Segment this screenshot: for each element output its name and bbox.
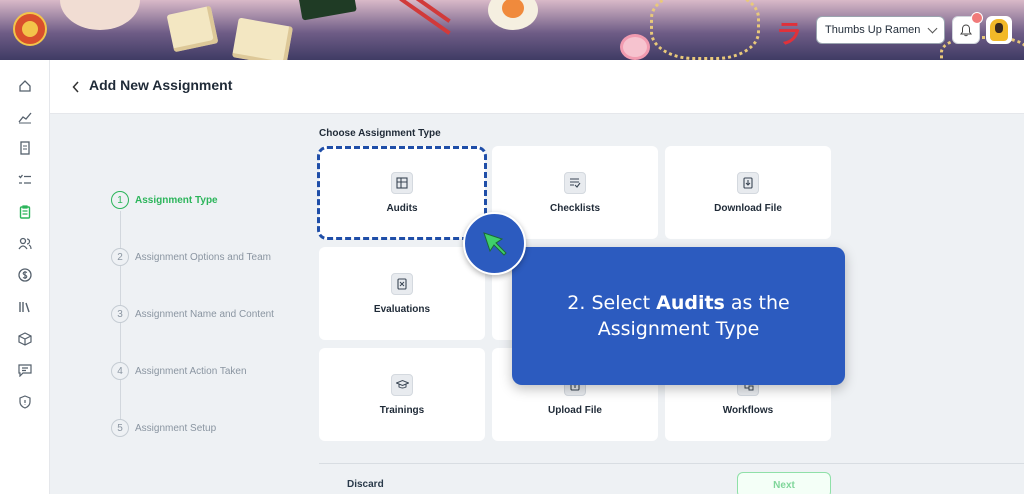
sidebar (0, 60, 50, 494)
page-title: Add New Assignment (89, 77, 233, 93)
analytics-icon[interactable] (16, 108, 34, 126)
avatar-image (990, 19, 1008, 41)
home-icon[interactable] (16, 77, 34, 95)
card-evaluations[interactable]: Evaluations (319, 247, 485, 340)
top-banner: ラ Thumbs Up Ramen (0, 0, 1024, 60)
card-trainings[interactable]: Trainings (319, 348, 485, 441)
chevron-down-icon (927, 23, 938, 33)
audits-highlight-outline (317, 146, 487, 240)
task-list-icon[interactable] (16, 171, 34, 189)
tutorial-callout: 2. Select Audits as the Assignment Type (512, 247, 845, 385)
noodle-decoration (650, 0, 760, 60)
step-number: 5 (111, 419, 129, 437)
step-assignment-action[interactable]: 4 Assignment Action Taken (111, 362, 247, 380)
tutorial-pointer (463, 212, 526, 275)
card-label: Upload File (548, 404, 602, 416)
message-icon[interactable] (16, 361, 34, 379)
chevron-left-icon (72, 81, 79, 93)
checklist-icon (564, 171, 586, 194)
users-icon[interactable] (16, 234, 34, 252)
card-label: Trainings (379, 404, 425, 416)
callout-line-1: 2. Select Audits as the (567, 292, 790, 314)
step-label: Assignment Name and Content (135, 308, 274, 320)
cursor-arrow-icon (482, 231, 507, 256)
section-label: Choose Assignment Type (319, 128, 441, 139)
step-assignment-setup[interactable]: 5 Assignment Setup (111, 419, 216, 437)
card-download-file[interactable]: Download File (665, 146, 831, 239)
step-assignment-type[interactable]: 1 Assignment Type (111, 191, 218, 209)
tofu-decoration (231, 17, 294, 60)
bell-icon (960, 23, 972, 36)
card-label: Evaluations (373, 303, 431, 315)
step-number: 4 (111, 362, 129, 380)
footer-divider (319, 463, 1024, 464)
tofu-decoration (166, 5, 219, 53)
graduation-cap-icon (391, 373, 413, 396)
library-icon[interactable] (16, 298, 34, 316)
step-label: Assignment Type (135, 194, 218, 206)
location-select-value: Thumbs Up Ramen (825, 24, 921, 36)
document-icon[interactable] (16, 139, 34, 157)
step-assignment-options[interactable]: 2 Assignment Options and Team (111, 248, 271, 266)
download-file-icon (737, 171, 759, 194)
user-avatar[interactable] (986, 16, 1012, 44)
card-label: Workflows (722, 404, 774, 416)
step-label: Assignment Action Taken (135, 365, 247, 377)
location-select[interactable]: Thumbs Up Ramen (816, 16, 945, 44)
step-number: 1 (111, 191, 129, 209)
box-icon[interactable] (16, 330, 34, 348)
assignments-icon[interactable] (16, 203, 34, 221)
step-label: Assignment Setup (135, 422, 217, 434)
card-label: Download File (714, 202, 782, 214)
step-label: Assignment Options and Team (135, 251, 272, 263)
step-number: 3 (111, 305, 129, 323)
callout-line-2: Assignment Type (597, 318, 760, 340)
card-label: Checklists (549, 202, 601, 214)
notifications-button[interactable] (952, 12, 983, 44)
nori-decoration (298, 0, 357, 21)
brand-mark-icon: ラ (776, 20, 803, 50)
ramen-decoration (60, 0, 140, 30)
back-button[interactable] (68, 78, 84, 96)
egg-decoration (488, 0, 538, 30)
evaluations-icon (391, 272, 413, 295)
narutomaki-decoration (620, 34, 650, 60)
discard-button[interactable]: Discard (347, 479, 384, 490)
shield-icon[interactable] (16, 393, 34, 411)
next-button[interactable]: Next (737, 472, 831, 494)
step-number: 2 (111, 248, 129, 266)
notification-badge (971, 12, 983, 24)
dollar-icon[interactable] (16, 266, 34, 284)
step-assignment-name[interactable]: 3 Assignment Name and Content (111, 305, 274, 323)
page-header: Add New Assignment (50, 60, 1024, 114)
brand-logo[interactable] (13, 12, 47, 46)
